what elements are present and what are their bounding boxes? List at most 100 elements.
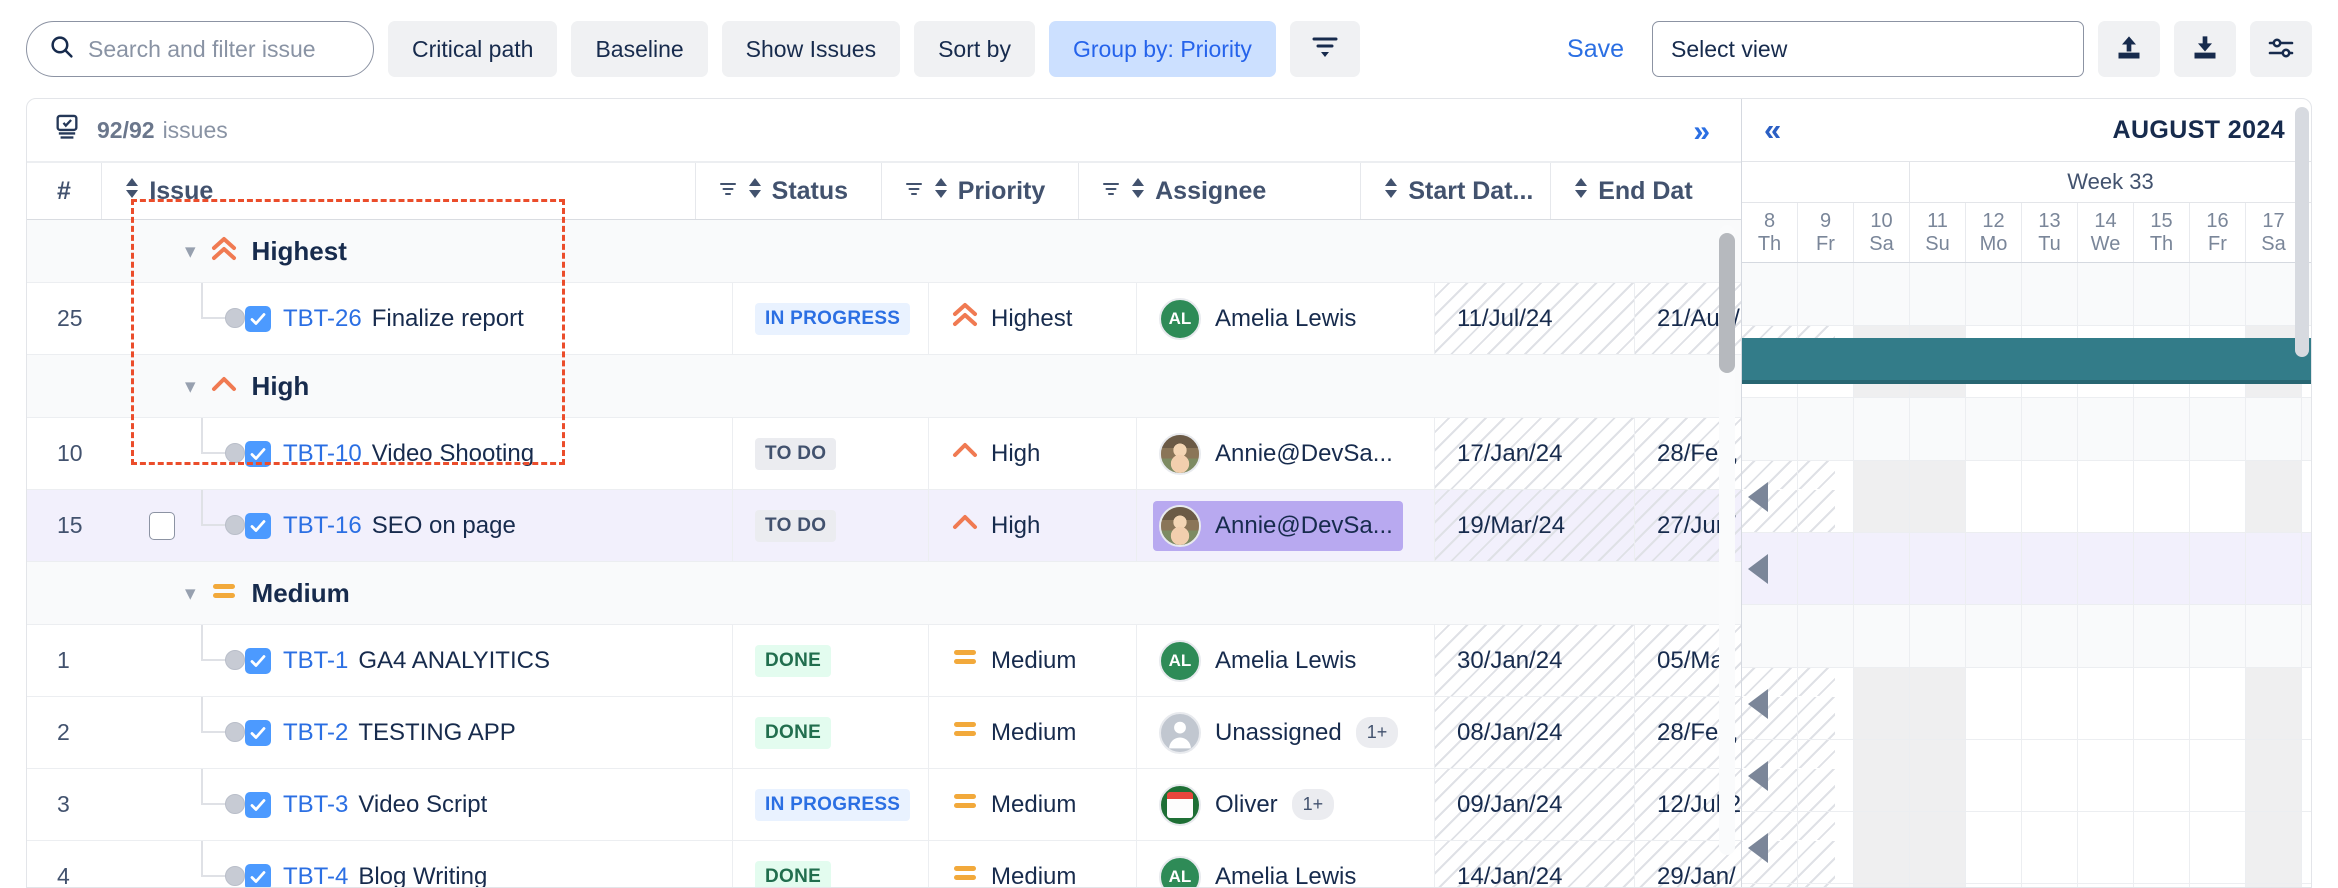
assignee-cell[interactable]: AL Amelia Lewis bbox=[1137, 841, 1435, 887]
column-header-assignee[interactable]: Assignee bbox=[1079, 163, 1362, 219]
assignee-cell[interactable]: AL Amelia Lewis bbox=[1137, 625, 1435, 696]
assignee-cell[interactable]: Unassigned 1+ bbox=[1137, 697, 1435, 768]
priority-cell[interactable]: Medium bbox=[929, 769, 1137, 840]
assignee-cell[interactable]: Annie@DevSa... bbox=[1137, 418, 1435, 489]
gantt-task-row[interactable] bbox=[1742, 668, 2311, 740]
priority-cell[interactable]: Medium bbox=[929, 841, 1137, 887]
priority-cell[interactable]: Highest bbox=[929, 283, 1137, 354]
status-cell[interactable]: IN PROGRESS bbox=[733, 769, 929, 840]
table-row[interactable]: 4 TBT-4 Blog Writing DONE Medium AL Amelia Lew… bbox=[27, 841, 1835, 888]
import-button[interactable] bbox=[2098, 21, 2160, 77]
gantt-task-bar[interactable] bbox=[1742, 338, 2311, 384]
issue-cell[interactable]: TBT-3 Video Script bbox=[105, 769, 733, 840]
issue-checkbox[interactable] bbox=[245, 791, 271, 818]
status-cell[interactable]: TO DO bbox=[733, 418, 929, 489]
table-row[interactable]: 25 TBT-26 Finalize report IN PROGRESS Highes… bbox=[27, 283, 1835, 355]
table-row[interactable]: 3 TBT-3 Video Script IN PROGRESS Medium Olive… bbox=[27, 769, 1835, 841]
gantt-task-row[interactable] bbox=[1742, 326, 2311, 398]
priority-cell[interactable]: High bbox=[929, 490, 1137, 561]
gantt-offscreen-marker-icon[interactable] bbox=[1748, 760, 1768, 791]
table-row[interactable]: 15 TBT-16 SEO on page TO DO High Annie@DevSa.… bbox=[27, 490, 1835, 562]
start-date-cell[interactable]: 11/Jul/24 bbox=[1435, 283, 1635, 354]
sort-icon[interactable] bbox=[124, 177, 140, 206]
status-cell[interactable]: DONE bbox=[733, 625, 929, 696]
priority-cell[interactable]: High bbox=[929, 418, 1137, 489]
issue-checkbox[interactable] bbox=[245, 863, 271, 887]
save-button[interactable]: Save bbox=[1567, 35, 1624, 64]
assignee-cell[interactable]: Oliver 1+ bbox=[1137, 769, 1435, 840]
assignee-extra-count[interactable]: 1+ bbox=[1291, 789, 1335, 820]
issue-key[interactable]: TBT-2 bbox=[283, 719, 348, 747]
issue-cell[interactable]: TBT-10 Video Shooting bbox=[105, 418, 733, 489]
sort-icon[interactable] bbox=[933, 177, 949, 206]
sort-icon[interactable] bbox=[1573, 177, 1589, 206]
baseline-button[interactable]: Baseline bbox=[571, 21, 708, 77]
column-header-num[interactable]: # bbox=[27, 163, 103, 219]
chevron-down-icon[interactable]: ▾ bbox=[185, 581, 196, 606]
gantt-task-row[interactable] bbox=[1742, 812, 2311, 884]
gantt-task-row[interactable] bbox=[1742, 740, 2311, 812]
column-header-issue[interactable]: Issue bbox=[102, 163, 696, 219]
column-header-status[interactable]: Status bbox=[696, 163, 882, 219]
issue-cell[interactable]: TBT-26 Finalize report bbox=[105, 283, 733, 354]
start-date-cell[interactable]: 09/Jan/24 bbox=[1435, 769, 1635, 840]
start-date-cell[interactable]: 17/Jan/24 bbox=[1435, 418, 1635, 489]
group-header-row[interactable]: ▾ Highest bbox=[27, 220, 1741, 283]
gantt-task-row[interactable] bbox=[1742, 461, 2311, 533]
status-cell[interactable]: IN PROGRESS bbox=[733, 283, 929, 354]
table-row[interactable]: 10 TBT-10 Video Shooting TO DO High Annie@Dev… bbox=[27, 418, 1835, 490]
issue-checkbox[interactable] bbox=[245, 440, 271, 467]
issue-checkbox[interactable] bbox=[245, 719, 271, 746]
gantt-offscreen-marker-icon[interactable] bbox=[1748, 688, 1768, 719]
select-view-dropdown[interactable]: Select view bbox=[1652, 21, 2084, 77]
search-input-wrapper[interactable] bbox=[26, 21, 374, 77]
status-cell[interactable]: DONE bbox=[733, 697, 929, 768]
double-chevron-right-icon[interactable]: » bbox=[1693, 115, 1710, 149]
start-date-cell[interactable]: 30/Jan/24 bbox=[1435, 625, 1635, 696]
filter-icon[interactable] bbox=[718, 177, 738, 206]
issue-checkbox[interactable] bbox=[245, 512, 271, 539]
chevron-down-icon[interactable]: ▾ bbox=[185, 374, 196, 399]
issue-key[interactable]: TBT-10 bbox=[283, 440, 362, 468]
priority-cell[interactable]: Medium bbox=[929, 697, 1137, 768]
export-button[interactable] bbox=[2174, 21, 2236, 77]
chevron-down-icon[interactable]: ▾ bbox=[185, 239, 196, 264]
issue-cell[interactable]: TBT-2 TESTING APP bbox=[105, 697, 733, 768]
assignee-selected-chip[interactable]: Annie@DevSa... bbox=[1153, 500, 1403, 551]
issue-key[interactable]: TBT-16 bbox=[283, 512, 362, 540]
table-row[interactable]: 1 TBT-1 GA4 ANALYITICS DONE Medium AL Amelia L… bbox=[27, 625, 1835, 697]
issue-cell[interactable]: TBT-16 SEO on page bbox=[105, 490, 733, 561]
start-date-cell[interactable]: 14/Jan/24 bbox=[1435, 841, 1635, 887]
show-issues-button[interactable]: Show Issues bbox=[721, 21, 901, 77]
grid-scrollbar-thumb[interactable] bbox=[1719, 233, 1735, 373]
start-date-cell[interactable]: 08/Jan/24 bbox=[1435, 697, 1635, 768]
issue-cell[interactable]: TBT-1 GA4 ANALYITICS bbox=[105, 625, 733, 696]
table-row[interactable]: 2 TBT-2 TESTING APP DONE Medium Unassigned 1+ 0… bbox=[27, 697, 1835, 769]
settings-button[interactable] bbox=[2250, 21, 2312, 77]
column-header-end-date[interactable]: End Dat bbox=[1551, 163, 1741, 219]
issue-key[interactable]: TBT-1 bbox=[283, 647, 348, 675]
assignee-cell[interactable]: AL Amelia Lewis bbox=[1137, 283, 1435, 354]
grid-vertical-scrollbar[interactable] bbox=[1719, 225, 1735, 855]
sort-icon[interactable] bbox=[747, 177, 763, 206]
filter-button[interactable] bbox=[1289, 21, 1360, 77]
issue-checkbox[interactable] bbox=[245, 305, 271, 332]
priority-cell[interactable]: Medium bbox=[929, 625, 1137, 696]
gantt-offscreen-marker-icon[interactable] bbox=[1748, 481, 1768, 512]
start-date-cell[interactable]: 19/Mar/24 bbox=[1435, 490, 1635, 561]
filter-icon[interactable] bbox=[904, 177, 924, 206]
column-header-start-date[interactable]: Start Dat... bbox=[1361, 163, 1552, 219]
issue-key[interactable]: TBT-4 bbox=[283, 863, 348, 888]
critical-path-button[interactable]: Critical path bbox=[388, 21, 558, 77]
issue-checkbox[interactable] bbox=[245, 647, 271, 674]
issue-cell[interactable]: TBT-4 Blog Writing bbox=[105, 841, 733, 888]
status-cell[interactable]: TO DO bbox=[733, 490, 929, 561]
gantt-task-row[interactable] bbox=[1742, 533, 2311, 605]
filter-icon[interactable] bbox=[1101, 177, 1121, 206]
gantt-vertical-scrollbar[interactable] bbox=[2295, 107, 2309, 357]
assignee-cell[interactable]: Annie@DevSa... bbox=[1137, 490, 1435, 561]
assignee-extra-count[interactable]: 1+ bbox=[1355, 717, 1399, 748]
gantt-offscreen-marker-icon[interactable] bbox=[1748, 553, 1768, 584]
issue-key[interactable]: TBT-26 bbox=[283, 305, 362, 333]
sort-icon[interactable] bbox=[1383, 177, 1399, 206]
